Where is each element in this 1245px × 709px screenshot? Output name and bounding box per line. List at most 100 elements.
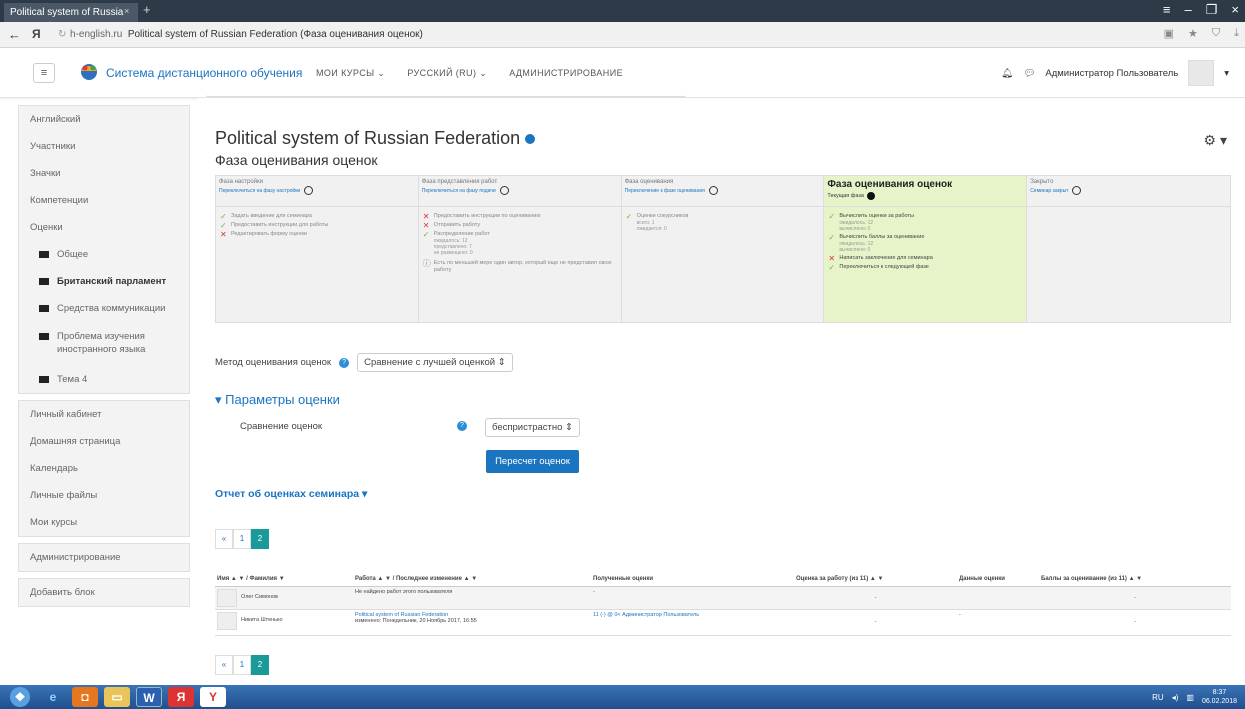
site-name[interactable]: Система дистанционного обучения [106,66,302,80]
menu-administration[interactable]: АДМИНИСТРИРОВАНИЕ [509,68,623,79]
chat-icon[interactable]: 💬︎ [1023,68,1035,79]
info-icon[interactable] [525,134,536,145]
switch-setup-link[interactable]: Переключиться на фазу настройки [219,186,415,195]
word-icon[interactable]: W [136,687,162,707]
switch-assessment-link[interactable]: Переключение к фазе оценивания [625,186,821,195]
avatar[interactable] [1188,60,1215,86]
download-icon[interactable]: ⤓ [1234,27,1239,40]
page-prev[interactable]: « [215,529,233,549]
page-1[interactable]: 1 [233,655,251,675]
sidebar-item-admin[interactable]: Администрирование [19,544,189,571]
new-tab-icon[interactable]: + [143,2,151,17]
site-logo-icon [81,64,97,80]
col-points[interactable]: Баллы за оценивание (из 11) ▲ ▼ [1039,572,1231,587]
sidebar-item-home[interactable]: Домашняя страница [19,428,189,455]
sidebar-item-topic-4[interactable]: Тема 4 [19,366,189,393]
yandex-icon[interactable]: Я [32,27,41,41]
start-button-icon[interactable]: ❖ [10,687,30,707]
grading-method-select[interactable]: Сравнение с лучшей оценкой ⇕ [357,353,513,372]
check-icon: ✓ [828,233,836,242]
menu-icon[interactable]: ≡ [1163,2,1171,18]
col-name[interactable]: Имя ▲ ▼ / Фамилия ▼ [215,572,353,587]
sidebar-item-british-parliament[interactable]: Британский парламент [19,268,189,295]
help-icon[interactable]: ? [457,421,467,431]
app-icon[interactable]: ◘ [72,687,98,707]
col-grade[interactable]: Оценка за работу (из 11) ▲ ▼ [794,572,957,587]
help-icon[interactable]: ? [339,357,350,368]
page-2[interactable]: 2 [251,655,269,675]
browser-tab-bar: Political system of Russia × + ≡ – ❐ × [0,0,1245,22]
sidebar-item-my-courses[interactable]: Мои курсы [19,509,189,536]
params-section-header[interactable]: ▾ Параметры оценки [215,392,340,408]
page-2[interactable]: 2 [251,529,269,549]
sidebar-item-calendar[interactable]: Календарь [19,455,189,482]
task-item: ✕ Отправить работу [422,221,481,230]
gear-icon[interactable]: ⚙ ▾ [1204,132,1227,149]
url-field[interactable]: h-english.ru Political system of Russian… [70,29,423,40]
avatar[interactable] [217,588,237,607]
sidebar-item-grades[interactable]: Оценки [19,214,189,241]
switch-submission-link[interactable]: Переключиться на фазу подачи [422,186,618,195]
sidebar-item-files[interactable]: Личные файлы [19,482,189,509]
network-icon[interactable]: ▥ [1186,693,1194,702]
hamburger-icon[interactable]: ≡ [33,63,55,83]
reader-icon[interactable]: ▣ [1164,27,1174,40]
window-controls: ≡ – ❐ × [1163,2,1239,18]
yandex-icon[interactable]: Я [168,687,194,707]
switch-icon[interactable] [499,186,509,195]
yandex-browser-icon[interactable]: Y [200,687,226,707]
page-1[interactable]: 1 [233,529,251,549]
folder-icon [39,305,49,312]
sidebar-item-course[interactable]: Английский [19,106,189,133]
sidebar-item-competencies[interactable]: Компетенции [19,187,189,214]
pagination-top: « 1 2 [215,529,269,549]
main-content: Political system of Russian Federation Ф… [198,96,1245,685]
col-work[interactable]: Работа ▲ ▼ / Последнее изменение ▲ ▼ [353,572,591,587]
back-arrow-icon[interactable]: ← [8,27,21,42]
reload-icon[interactable]: ↻ [58,29,66,40]
close-window-icon[interactable]: × [1231,2,1239,18]
menu-language[interactable]: РУССКИЙ (RU) ⌄ [407,68,487,79]
sidebar-item-badges[interactable]: Значки [19,160,189,187]
avatar[interactable] [217,611,237,630]
shield-icon[interactable]: ⛉ [1212,27,1220,40]
chevron-down-icon[interactable]: ▾ [1224,68,1229,79]
tab-close-icon[interactable]: × [124,6,129,16]
phase-planner: Фаза настройки Переключиться на фазу наст… [215,175,1231,323]
sidebar-item-dashboard[interactable]: Личный кабинет [19,401,189,428]
sidebar-item-language-problem[interactable]: Проблема изучения иностранного языка [19,322,189,366]
task-item: ✓ Распределение работ ожидалось: 12 предста… [422,230,490,257]
bookmark-star-icon[interactable]: ★ [1188,27,1198,40]
task-item: ✕ Написать заключение для семинара [828,254,933,263]
browser-tab[interactable]: Political system of Russia [4,3,138,22]
report-header[interactable]: Отчет об оценках семинара ▾ [215,488,367,500]
user-name[interactable]: Администратор Пользователь [1045,68,1178,79]
sidebar-item-participants[interactable]: Участники [19,133,189,160]
language-indicator[interactable]: RU [1152,693,1164,702]
recalculate-button[interactable]: Пересчет оценок [486,450,579,473]
received-grade-link[interactable]: 11 (-) @ 0< Администратор Пользователь [593,612,699,618]
pagination-bottom: « 1 2 [215,655,269,675]
minimize-icon[interactable]: – [1185,2,1192,18]
phase-evaluation-current: Фаза оценивания оценок Текущая фаза ✓ Вычи… [824,176,1028,322]
menu-my-courses[interactable]: МОИ КУРСЫ ⌄ [316,68,385,79]
folder-icon[interactable]: ▭ [104,687,130,707]
bell-icon[interactable]: 🔔︎ [1001,68,1013,79]
sidebar-item-communication[interactable]: Средства коммуникации [19,295,189,322]
switch-icon[interactable] [708,186,718,195]
switch-icon[interactable] [304,186,314,195]
folder-icon [39,333,49,340]
switch-closed-link[interactable]: Семинар закрыт [1030,186,1227,195]
add-block-link[interactable]: Добавить блок [19,579,189,606]
maximize-icon[interactable]: ❐ [1206,2,1218,18]
clock[interactable]: 8:37 06.02.2018 [1202,688,1237,706]
sidebar-item-general[interactable]: Общее [19,241,189,268]
system-tray: RU ◂) ▥ 8:37 06.02.2018 [1152,688,1237,706]
page-prev[interactable]: « [215,655,233,675]
comparison-select[interactable]: беспристрастно ⇕ [485,418,581,437]
grades-report-table: Имя ▲ ▼ / Фамилия ▼ Работа ▲ ▼ / Последн… [215,572,1231,636]
ie-icon[interactable]: e [40,687,66,707]
check-icon: ✓ [828,212,836,221]
switch-icon[interactable] [1072,186,1082,195]
volume-icon[interactable]: ◂) [1172,693,1179,702]
